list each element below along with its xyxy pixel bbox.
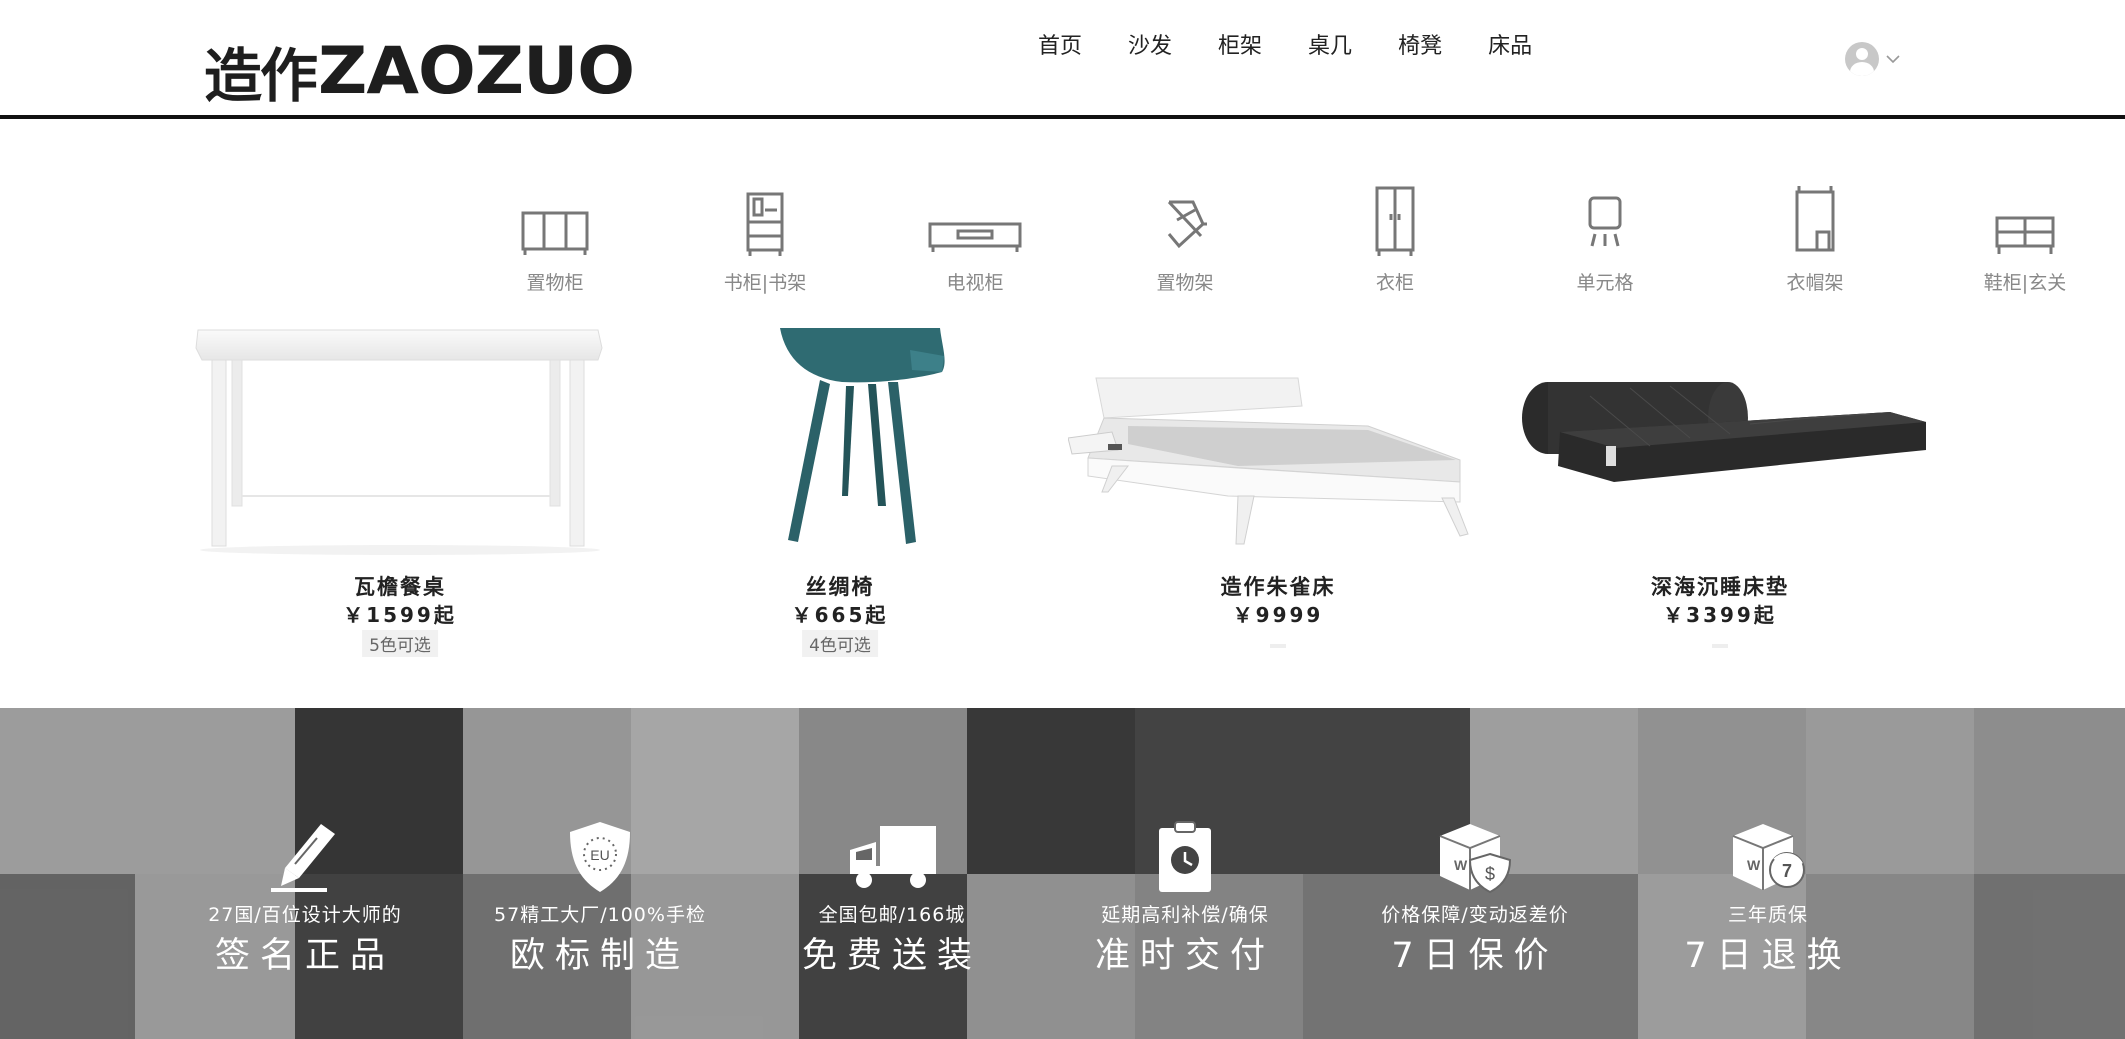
product-image[interactable] (1510, 326, 1930, 556)
category-bar: 置物柜 书柜|书架 电视柜 置物架 衣柜 单元格 衣帽架 鞋柜|玄关 (470, 180, 2120, 315)
bookcase-icon (746, 192, 784, 256)
product-image[interactable] (680, 326, 1000, 556)
return-box-icon: W 7 (1732, 824, 1805, 890)
category-shelf-rack[interactable]: 置物架 (1100, 180, 1270, 295)
feature-on-time: 延期高利补偿/确保 准时交付 (1045, 820, 1325, 978)
feature-sub: 延期高利补偿/确保 (1101, 904, 1269, 926)
product-price: ￥9999 (1232, 603, 1324, 627)
main-nav: 首页 沙发 柜架 桌几 椅凳 床品 (1038, 28, 1578, 60)
color-options-badge[interactable]: 4色可选 (802, 630, 878, 657)
shelf-rack-icon (1167, 200, 1207, 249)
feature-title: 7日保价 (1391, 936, 1559, 976)
price-box-icon: W $ (1439, 824, 1512, 894)
category-coat-rack[interactable]: 衣帽架 (1730, 180, 1900, 295)
service-banner: 27国/百位设计大师的 签名正品 EU 57精工大厂/100%手检 欧标制造 全… (0, 708, 2125, 1039)
product-price: ￥1599起 (343, 603, 457, 627)
category-label: 书柜|书架 (723, 272, 807, 294)
feature-sub: 全国包邮/166城 (818, 904, 966, 926)
coat-rack-icon (1795, 186, 1835, 252)
product-card-dining-table[interactable]: 瓦檐餐桌 ￥1599起 5色可选 (190, 326, 610, 657)
nav-cabinets[interactable]: 柜架 (1218, 28, 1262, 60)
clock-clipboard-icon (1159, 821, 1211, 892)
product-price: ￥665起 (791, 603, 889, 627)
feature-sub: 27国/百位设计大师的 (208, 904, 402, 926)
category-label: 单元格 (1576, 272, 1634, 294)
product-card-zhuque-bed[interactable]: 造作朱雀床 ￥9999 (1067, 326, 1488, 648)
svg-text:7: 7 (1782, 861, 1792, 881)
header-divider (0, 115, 2125, 119)
eu-shield-icon: EU (570, 822, 630, 892)
svg-text:EU: EU (590, 847, 609, 863)
feature-sub: 57精工大厂/100%手检 (494, 904, 706, 926)
product-image[interactable] (190, 326, 610, 556)
feature-eu-standard: EU 57精工大厂/100%手检 欧标制造 (460, 820, 740, 978)
nav-tables[interactable]: 桌几 (1308, 28, 1352, 60)
user-menu[interactable] (1845, 42, 1901, 76)
nav-bedding[interactable]: 床品 (1488, 28, 1532, 60)
product-image[interactable] (1067, 326, 1488, 556)
unit-cell-icon (1588, 196, 1622, 247)
category-label: 衣柜 (1375, 272, 1414, 294)
pen-signature-icon (271, 824, 335, 892)
feature-title: 准时交付 (1094, 936, 1275, 976)
product-price: ￥3399起 (1663, 603, 1777, 627)
category-label: 电视柜 (946, 272, 1004, 294)
shoe-cabinet-icon (1995, 216, 2055, 254)
category-label: 置物柜 (526, 272, 584, 294)
feature-title: 7日退换 (1684, 936, 1852, 976)
nav-home[interactable]: 首页 (1038, 28, 1082, 60)
storage-cabinet-icon (521, 211, 589, 255)
nav-sofa[interactable]: 沙发 (1128, 28, 1172, 60)
category-label: 鞋柜|玄关 (1983, 272, 2067, 294)
product-name[interactable]: 丝绸椅 (690, 571, 990, 601)
avatar[interactable] (1845, 42, 1879, 76)
category-storage-cabinet[interactable]: 置物柜 (470, 180, 640, 295)
product-name[interactable]: 深海沉睡床垫 (1570, 571, 1870, 601)
category-label: 衣帽架 (1786, 272, 1844, 294)
site-header: 造作 ZAOZUO 首页 沙发 柜架 桌几 椅凳 床品 (0, 0, 2125, 119)
delivery-truck-icon (850, 826, 936, 888)
feature-title: 欧标制造 (509, 936, 690, 976)
feature-price-guarantee: W $ 价格保障/变动返差价 7日保价 (1335, 820, 1615, 978)
logo-cn-text: 造作 (204, 42, 318, 110)
chevron-down-icon[interactable] (1885, 51, 1901, 67)
site-logo[interactable]: 造作 ZAOZUO (204, 33, 635, 110)
feature-signature: 27国/百位设计大师的 签名正品 (165, 820, 445, 978)
product-name[interactable]: 瓦檐餐桌 (250, 571, 550, 601)
category-label: 置物架 (1156, 272, 1214, 294)
feature-sub: 价格保障/变动返差价 (1381, 904, 1569, 926)
feature-sub: 三年质保 (1727, 904, 1808, 926)
product-name[interactable]: 造作朱雀床 (1128, 571, 1428, 601)
tv-stand-icon (928, 222, 1022, 252)
nav-chairs[interactable]: 椅凳 (1398, 28, 1442, 60)
category-bookcase[interactable]: 书柜|书架 (680, 180, 850, 295)
category-shoe-cabinet[interactable]: 鞋柜|玄关 (1940, 180, 2110, 295)
feature-return: W 7 三年质保 7日退换 (1628, 820, 1908, 978)
category-unit-cell[interactable]: 单元格 (1520, 180, 1690, 295)
product-dot (1712, 644, 1728, 648)
category-wardrobe[interactable]: 衣柜 (1310, 180, 1480, 295)
svg-text:$: $ (1485, 864, 1495, 884)
feature-title: 签名正品 (214, 936, 395, 976)
svg-text:W: W (1454, 857, 1468, 873)
color-options-badge[interactable]: 5色可选 (362, 630, 438, 657)
wardrobe-icon (1375, 186, 1415, 256)
svg-text:W: W (1747, 857, 1761, 873)
product-card-mattress[interactable]: 深海沉睡床垫 ￥3399起 (1510, 326, 1930, 648)
product-card-silk-chair[interactable]: 丝绸椅 ￥665起 4色可选 (680, 326, 1000, 657)
logo-en-text: ZAOZUO (318, 33, 635, 109)
category-tv-stand[interactable]: 电视柜 (890, 180, 1060, 295)
feature-free-delivery: 全国包邮/166城 免费送装 (752, 820, 1032, 978)
product-dot (1270, 644, 1286, 648)
feature-title: 免费送装 (801, 936, 982, 976)
